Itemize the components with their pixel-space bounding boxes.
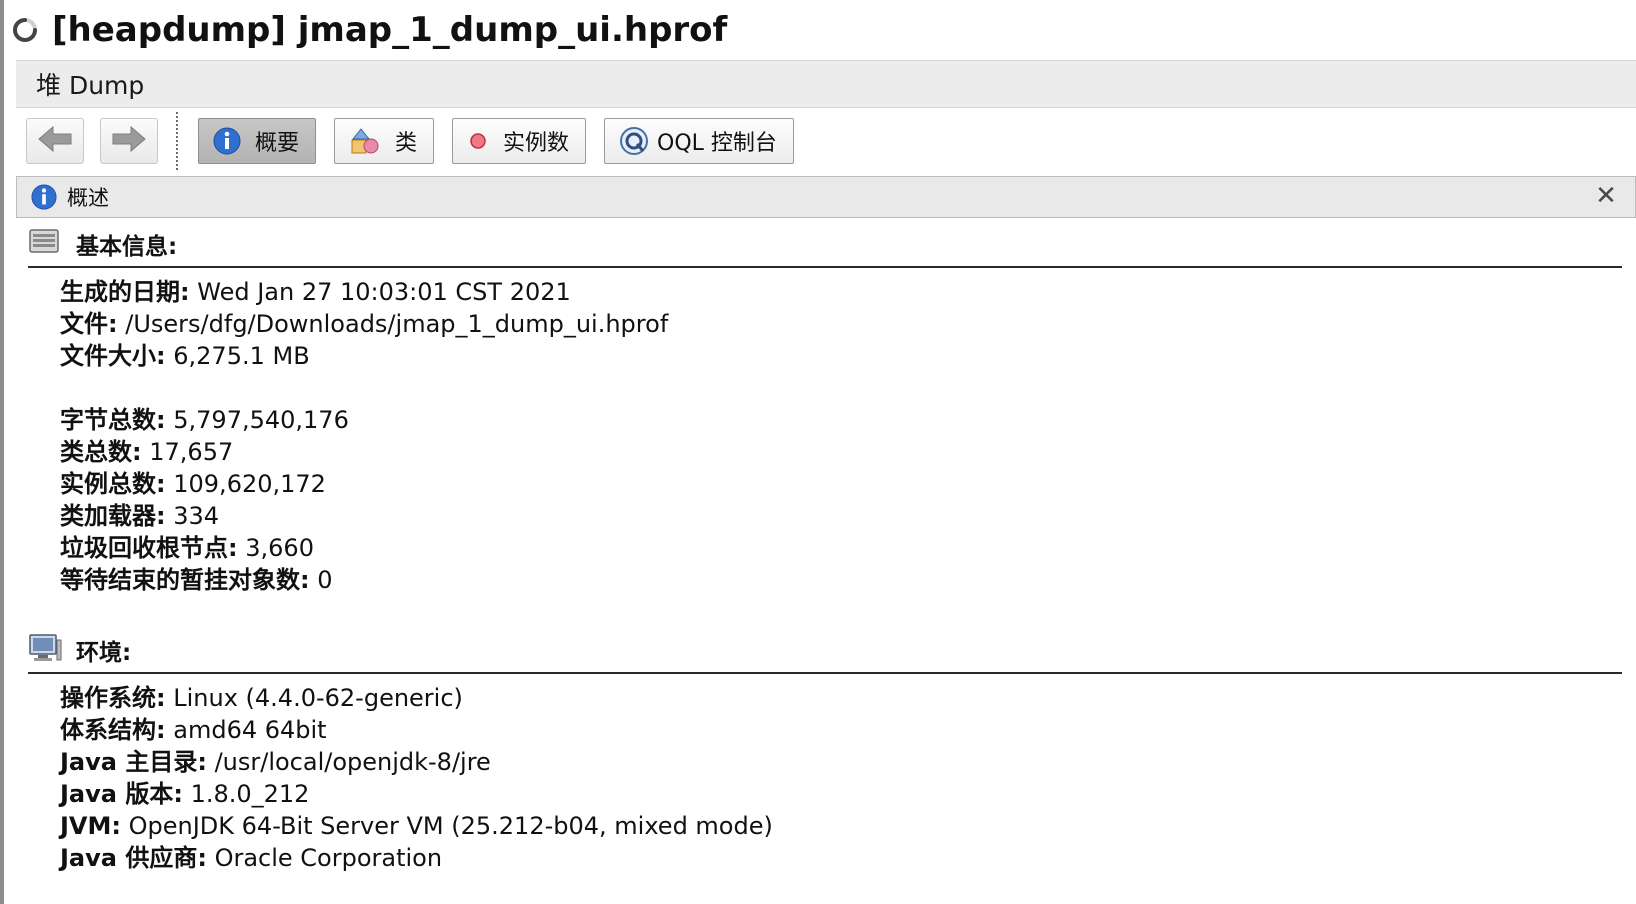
info-value: 5,797,540,176 [173, 406, 349, 434]
classes-button[interactable]: 类 [334, 118, 435, 164]
info-row-date: 生成的日期: Wed Jan 27 10:03:01 CST 2021 [60, 276, 1622, 308]
info-icon [213, 127, 241, 155]
oql-console-icon [619, 126, 649, 156]
hard-disk-icon [28, 226, 62, 260]
info-label: 字节总数: [60, 406, 166, 434]
info-label: 操作系统: [60, 684, 166, 712]
forward-button[interactable] [100, 118, 158, 164]
instance-dot-icon [467, 130, 489, 152]
environment-section: 环境: 操作系统: Linux (4.4.0-62-generic) 体系结构:… [28, 632, 1622, 874]
info-value: 17,657 [149, 438, 234, 466]
info-label: 生成的日期: [60, 278, 190, 306]
back-button[interactable] [26, 118, 84, 164]
summary-button[interactable]: 概要 [198, 118, 317, 164]
info-value: 1.8.0_212 [190, 780, 310, 808]
info-label: JVM: [60, 812, 121, 840]
tab-heap-dump[interactable]: 堆 Dump [16, 66, 144, 102]
info-value: /usr/local/openjdk-8/jre [214, 748, 491, 776]
env-row-java-vendor: Java 供应商: Oracle Corporation [60, 842, 1622, 874]
info-label: Java 主目录: [60, 748, 207, 776]
info-value: 334 [173, 502, 220, 530]
oql-console-button[interactable]: OQL 控制台 [604, 118, 794, 164]
basic-info-header: 基本信息: [28, 226, 1622, 268]
info-label: 文件大小: [60, 342, 166, 370]
toolbar-separator [176, 112, 178, 170]
info-row-file-size: 文件大小: 6,275.1 MB [60, 340, 1622, 372]
info-label: 类总数: [60, 438, 142, 466]
info-row-gc-roots: 垃圾回收根节点: 3,660 [60, 532, 1622, 564]
env-row-os: 操作系统: Linux (4.4.0-62-generic) [60, 682, 1622, 714]
instances-button[interactable]: 实例数 [452, 118, 587, 164]
info-value: Oracle Corporation [214, 844, 443, 872]
environment-title: 环境: [76, 640, 132, 666]
basic-info-section: 基本信息: 生成的日期: Wed Jan 27 10:03:01 CST 202… [28, 226, 1622, 596]
info-value: 3,660 [245, 534, 314, 562]
env-row-java-version: Java 版本: 1.8.0_212 [60, 778, 1622, 810]
info-label: 等待结束的暂挂对象数: [60, 566, 310, 594]
arrow-right-icon [109, 124, 149, 158]
oql-console-button-label: OQL 控制台 [657, 131, 777, 156]
close-panel-button[interactable]: ✕ [1591, 181, 1621, 211]
panel-title: 概述 [67, 186, 109, 210]
info-value: amd64 64bit [173, 716, 327, 744]
computer-icon [28, 632, 62, 666]
info-icon [31, 184, 57, 210]
info-row-classloaders: 类加载器: 334 [60, 500, 1622, 532]
classes-button-label: 类 [395, 131, 418, 156]
window-title: [heapdump] jmap_1_dump_ui.hprof [52, 10, 728, 50]
info-value: OpenJDK 64-Bit Server VM (25.212-b04, mi… [128, 812, 773, 840]
info-row-total-classes: 类总数: 17,657 [60, 436, 1622, 468]
info-value: Wed Jan 27 10:03:01 CST 2021 [197, 278, 571, 306]
environment-header: 环境: [28, 632, 1622, 674]
env-row-architecture: 体系结构: amd64 64bit [60, 714, 1622, 746]
info-row-pending-finalization: 等待结束的暂挂对象数: 0 [60, 564, 1622, 596]
info-label: 垃圾回收根节点: [60, 534, 238, 562]
info-label: Java 供应商: [60, 844, 207, 872]
basic-info-title: 基本信息: [76, 234, 178, 260]
info-value: /Users/dfg/Downloads/jmap_1_dump_ui.hpro… [125, 310, 669, 338]
instances-button-label: 实例数 [503, 131, 570, 156]
info-label: 类加载器: [60, 502, 166, 530]
info-row-total-instances: 实例总数: 109,620,172 [60, 468, 1622, 500]
loading-spinner-icon [12, 17, 38, 43]
basic-info-list: 生成的日期: Wed Jan 27 10:03:01 CST 2021 文件: … [28, 268, 1622, 596]
info-row-total-bytes: 字节总数: 5,797,540,176 [60, 404, 1622, 436]
close-icon: ✕ [1595, 181, 1617, 211]
info-label: 体系结构: [60, 716, 166, 744]
heapdump-window: [heapdump] jmap_1_dump_ui.hprof 堆 Dump 概… [0, 0, 1636, 904]
info-value: Linux (4.4.0-62-generic) [173, 684, 463, 712]
info-value: 109,620,172 [173, 470, 326, 498]
info-label: 实例总数: [60, 470, 166, 498]
arrow-left-icon [35, 124, 75, 158]
env-row-java-home: Java 主目录: /usr/local/openjdk-8/jre [60, 746, 1622, 778]
toolbar: 概要 类 实例数 OQL 控制台 [26, 112, 812, 170]
info-label: 文件: [60, 310, 118, 338]
title-bar: [heapdump] jmap_1_dump_ui.hprof [12, 6, 727, 54]
info-row-file: 文件: /Users/dfg/Downloads/jmap_1_dump_ui.… [60, 308, 1622, 340]
classes-shapes-icon [349, 126, 381, 156]
environment-list: 操作系统: Linux (4.4.0-62-generic) 体系结构: amd… [28, 674, 1622, 874]
info-value: 6,275.1 MB [173, 342, 310, 370]
summary-button-label: 概要 [255, 131, 300, 156]
info-value: 0 [317, 566, 333, 594]
overview-panel-header: 概述 ✕ [16, 176, 1636, 218]
info-label: Java 版本: [60, 780, 183, 808]
tab-strip: 堆 Dump [16, 60, 1636, 108]
env-row-jvm: JVM: OpenJDK 64-Bit Server VM (25.212-b0… [60, 810, 1622, 842]
